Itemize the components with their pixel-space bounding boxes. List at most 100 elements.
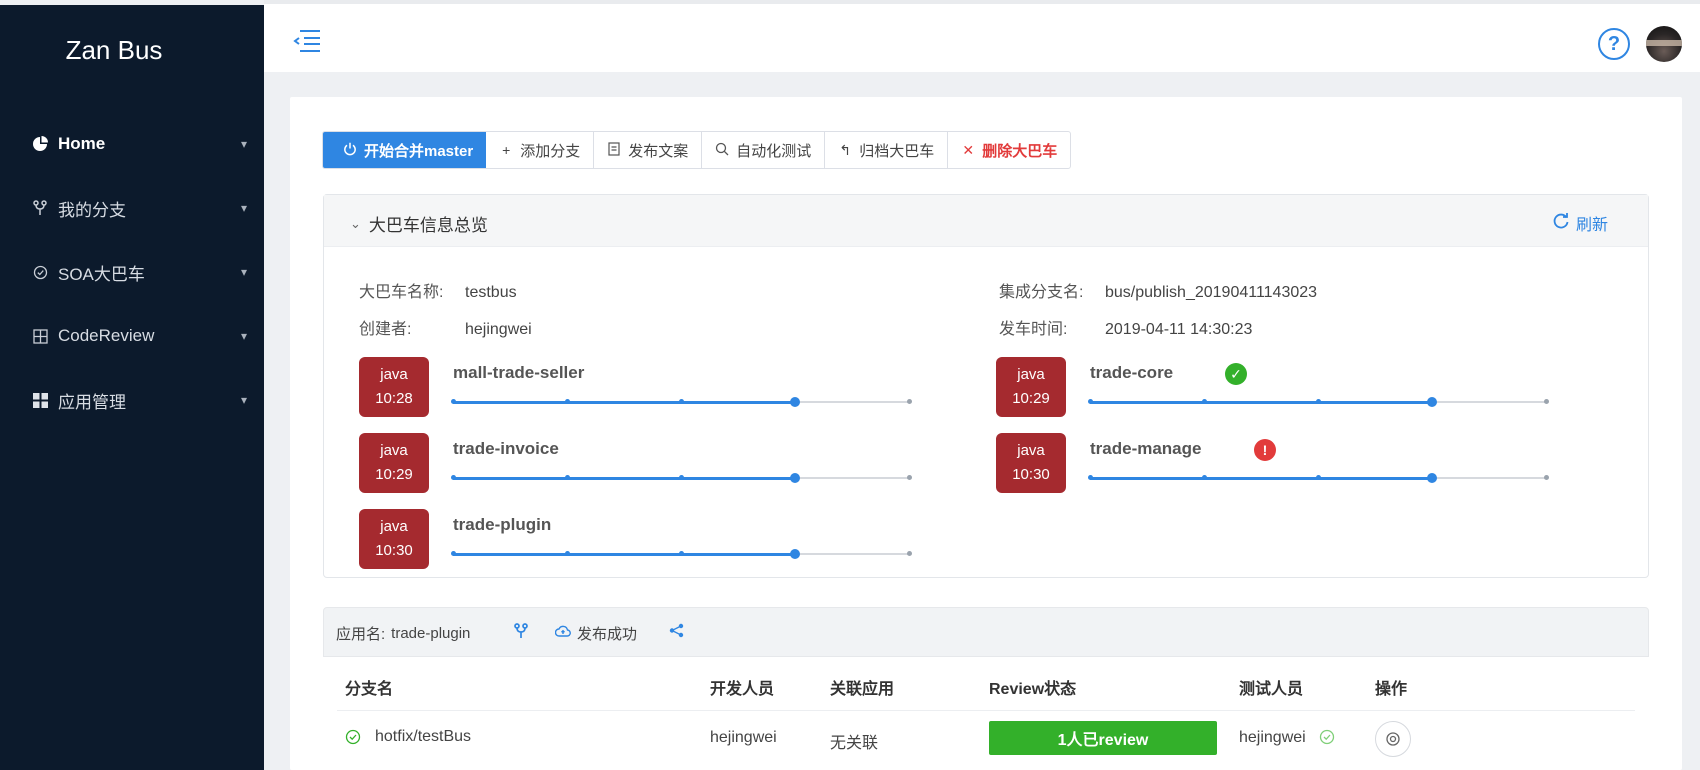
related-app-cell: 无关联 xyxy=(830,735,879,752)
depart-time-field: 发车时间: 2019-04-11 14:30:23 xyxy=(999,315,1252,339)
job-name[interactable]: trade-core xyxy=(1090,363,1173,383)
app-section-header: 应用名: trade-plugin 发布成功 xyxy=(323,607,1649,657)
job-lang: java xyxy=(1017,442,1045,459)
sidebar-item-codereview[interactable]: CodeReview ▾ xyxy=(0,314,264,358)
developer-cell: hejingwei xyxy=(710,729,777,746)
user-avatar[interactable] xyxy=(1646,26,1682,62)
add-branch-button[interactable]: + 添加分支 xyxy=(486,132,595,168)
job-progress-track xyxy=(1088,473,1549,483)
branch-link[interactable]: hotfix/testBus xyxy=(375,728,471,746)
progress-step-dot xyxy=(907,399,912,404)
branch-icon[interactable] xyxy=(514,623,528,639)
progress-knob xyxy=(1427,397,1437,407)
progress-step-dot xyxy=(1202,475,1207,480)
chevron-down-icon: ▾ xyxy=(240,137,248,151)
progress-step-dot xyxy=(907,475,912,480)
job-progress-fill xyxy=(453,477,795,480)
progress-step-dot xyxy=(451,399,456,404)
job-name[interactable]: trade-invoice xyxy=(453,439,559,459)
job-name[interactable]: trade-manage xyxy=(1090,439,1201,459)
job-time: 10:28 xyxy=(375,390,413,407)
column-header-related-app: 关联应用 xyxy=(830,681,895,698)
archive-bus-label: 归档大巴车 xyxy=(859,142,935,160)
progress-step-dot xyxy=(679,399,684,404)
job-progress-track xyxy=(1088,397,1549,407)
sidebar-item-home[interactable]: Home ▾ xyxy=(0,122,264,166)
start-merge-button[interactable]: 开始合并master xyxy=(323,132,487,168)
job-name[interactable]: mall-trade-seller xyxy=(453,363,584,383)
job-badge: java 10:30 xyxy=(996,433,1066,493)
field-label: 大巴车名称: xyxy=(359,284,444,301)
panel-title[interactable]: ⌄ 大巴车信息总览 xyxy=(350,211,488,236)
grid-icon xyxy=(30,326,50,346)
app-name-value: trade-plugin xyxy=(391,625,471,642)
tester-check-icon xyxy=(1319,729,1335,750)
undo-icon: ↰ xyxy=(839,141,852,158)
gear-icon xyxy=(1386,732,1400,746)
progress-step-dot xyxy=(1544,399,1549,404)
job-item[interactable]: java 10:30 trade-manage ! xyxy=(996,433,1549,497)
delete-bus-button[interactable]: ✕ 删除大巴车 xyxy=(948,132,1070,168)
progress-step-dot xyxy=(1316,475,1321,480)
chevron-down-icon: ▾ xyxy=(240,329,248,343)
document-icon xyxy=(607,141,621,159)
help-icon[interactable]: ? xyxy=(1598,28,1630,60)
branch-check-icon xyxy=(345,729,361,750)
sidebar-item-label: 应用管理 xyxy=(58,392,126,412)
branch-icon xyxy=(30,198,50,218)
job-item[interactable]: java 10:29 trade-core ✓ xyxy=(996,357,1549,421)
delete-bus-label: 删除大巴车 xyxy=(982,142,1058,160)
top-header: ? xyxy=(264,0,1700,72)
progress-knob xyxy=(790,473,800,483)
settings-button[interactable] xyxy=(1375,721,1411,757)
job-time: 10:30 xyxy=(1012,466,1050,483)
auto-test-button[interactable]: 自动化测试 xyxy=(702,132,826,168)
search-icon xyxy=(715,142,729,159)
publish-status-label: 发布成功 xyxy=(577,626,638,643)
archive-bus-button[interactable]: ↰ 归档大巴车 xyxy=(825,132,949,168)
menu-fold-icon[interactable] xyxy=(292,28,322,54)
close-icon: ✕ xyxy=(962,141,975,158)
progress-step-dot xyxy=(565,551,570,556)
sidebar-item-label: CodeReview xyxy=(58,326,155,345)
progress-step-dot xyxy=(451,551,456,556)
error-alert-icon: ! xyxy=(1254,439,1276,461)
refresh-button[interactable]: 刷新 xyxy=(1552,211,1608,235)
job-item[interactable]: java 10:29 trade-invoice xyxy=(359,433,912,497)
brand-title: Zan Bus xyxy=(65,35,163,65)
progress-step-dot xyxy=(1202,399,1207,404)
progress-step-dot xyxy=(907,551,912,556)
apps-icon xyxy=(30,390,50,410)
bus-overview-panel: ⌄ 大巴车信息总览 刷新 大巴车名称: testbus 创建者: hejingwei… xyxy=(323,194,1649,578)
app-name-label: 应用名: xyxy=(336,626,386,643)
field-label: 集成分支名: xyxy=(999,284,1084,301)
publish-status[interactable]: 发布成功 xyxy=(554,623,638,644)
share-icon[interactable] xyxy=(669,623,684,638)
auto-test-label: 自动化测试 xyxy=(736,142,812,160)
progress-step-dot xyxy=(1316,399,1321,404)
job-name[interactable]: trade-plugin xyxy=(453,515,551,535)
power-icon xyxy=(343,142,357,159)
sidebar-item-my-branches[interactable]: 我的分支 ▾ xyxy=(0,186,264,230)
progress-knob xyxy=(790,549,800,559)
sidebar-item-app-management[interactable]: 应用管理 ▾ xyxy=(0,378,264,422)
job-lang: java xyxy=(380,366,408,383)
sidebar-item-label: SOA大巴车 xyxy=(58,264,145,284)
tester-cell: hejingwei xyxy=(1239,729,1306,746)
job-item[interactable]: java 10:30 trade-plugin xyxy=(359,509,912,573)
review-status-button[interactable]: 1人已review xyxy=(989,721,1217,755)
job-item[interactable]: java 10:28 mall-trade-seller xyxy=(359,357,912,421)
chevron-down-icon: ▾ xyxy=(240,393,248,407)
progress-step-dot xyxy=(1088,399,1093,404)
job-progress-track xyxy=(451,473,912,483)
progress-knob xyxy=(1427,473,1437,483)
sidebar-item-soa-bus[interactable]: SOA大巴车 ▾ xyxy=(0,250,264,294)
publish-notes-button[interactable]: 发布文案 xyxy=(594,132,703,168)
job-progress-track xyxy=(451,549,912,559)
progress-step-dot xyxy=(679,475,684,480)
job-progress-fill xyxy=(1090,401,1432,404)
column-header-developer: 开发人员 xyxy=(710,681,775,698)
job-time: 10:29 xyxy=(1012,390,1050,407)
job-progress-fill xyxy=(453,553,795,556)
pie-chart-icon xyxy=(30,134,50,154)
